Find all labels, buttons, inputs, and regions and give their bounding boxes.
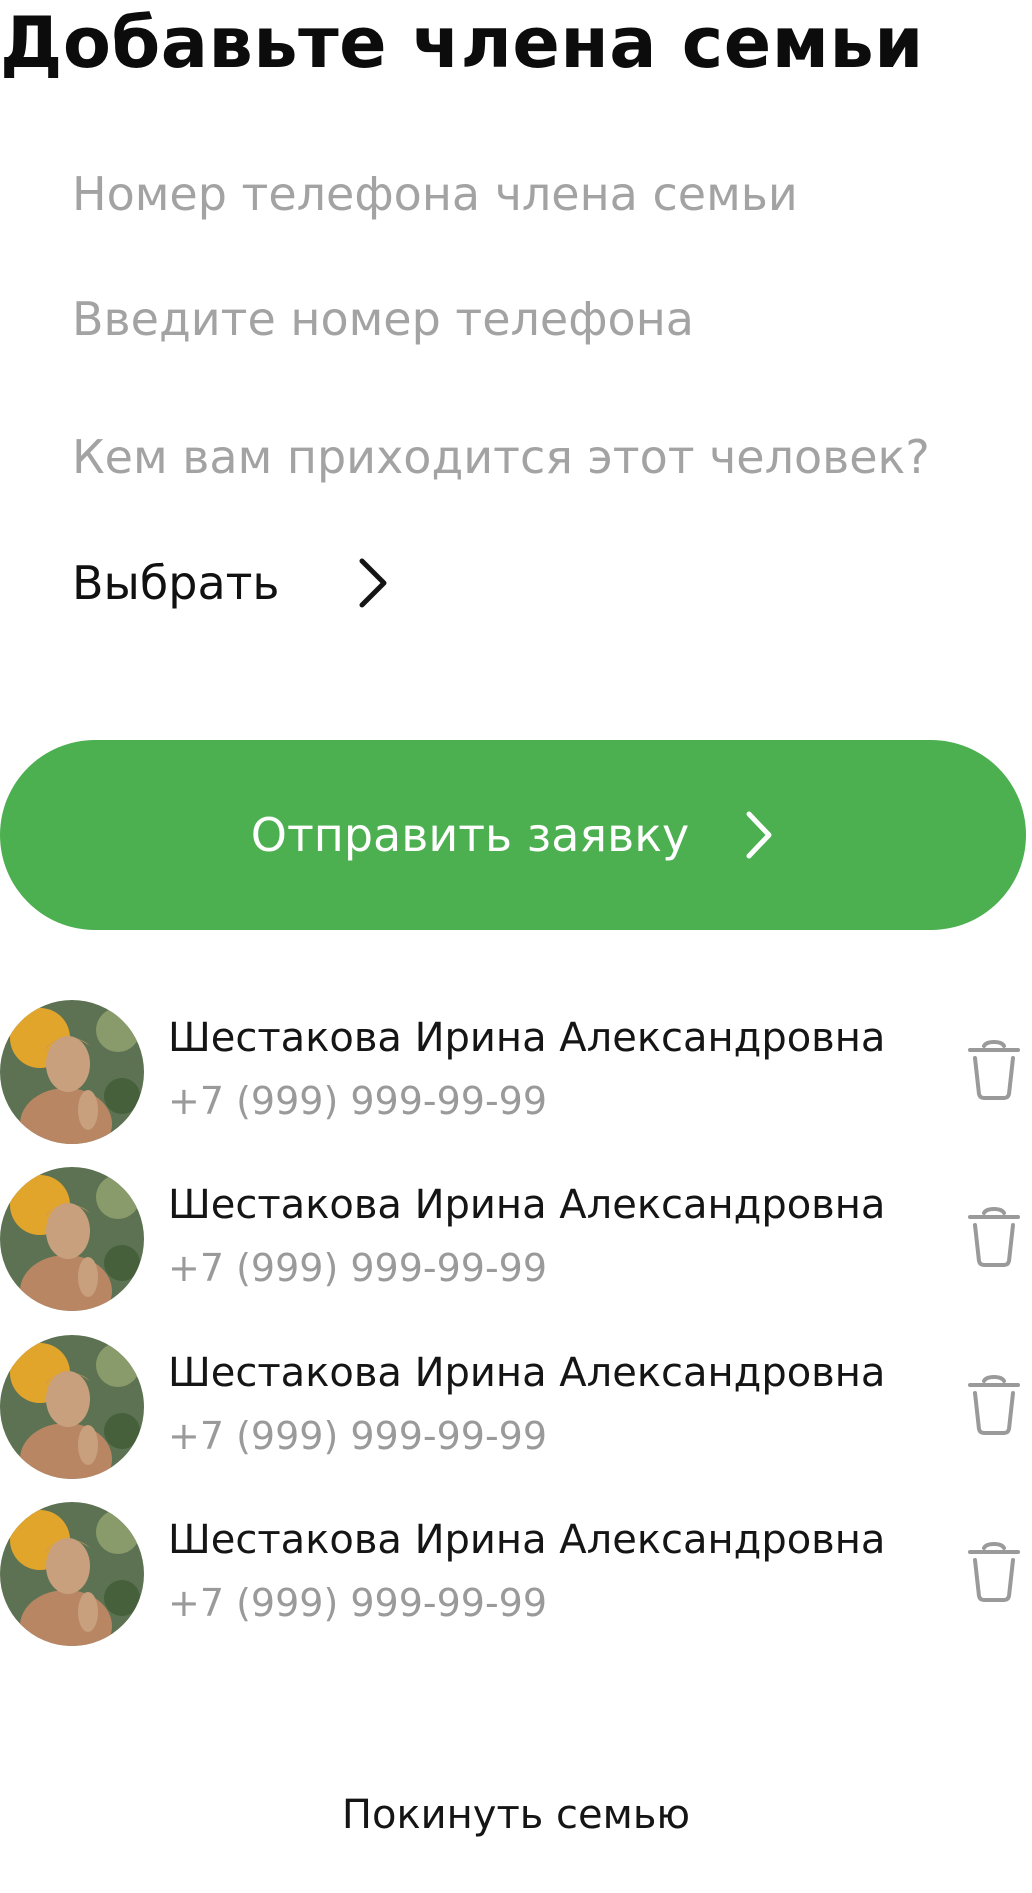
avatar [0, 1000, 144, 1144]
member-name: Шестакова Ирина Александровна [168, 1350, 886, 1396]
member-name: Шестакова Ирина Александровна [168, 1517, 886, 1563]
avatar [0, 1502, 144, 1646]
family-member-row: Шестакова Ирина Александровна +7 (999) 9… [0, 1335, 1032, 1485]
chevron-right-icon [746, 811, 772, 859]
member-name: Шестакова Ирина Александровна [168, 1015, 886, 1061]
trash-icon[interactable] [966, 1205, 1022, 1269]
phone-input[interactable] [72, 286, 922, 352]
avatar-photo [0, 1502, 144, 1646]
page-title: Добавьте члена семьи [0, 2, 924, 84]
trash-icon[interactable] [966, 1038, 1022, 1102]
avatar [0, 1335, 144, 1479]
avatar-photo [0, 1000, 144, 1144]
leave-family-button[interactable]: Покинуть семью [0, 1785, 1032, 1845]
phone-field-label: Номер телефона члена семьи [72, 167, 798, 221]
submit-request-label: Отправить заявку [250, 808, 690, 862]
member-name: Шестакова Ирина Александровна [168, 1182, 886, 1228]
relation-select[interactable]: Выбрать [72, 548, 390, 618]
avatar [0, 1167, 144, 1311]
member-phone: +7 (999) 999-99-99 [168, 1246, 548, 1290]
member-phone: +7 (999) 999-99-99 [168, 1581, 548, 1625]
submit-request-button[interactable]: Отправить заявку [0, 740, 1026, 930]
family-member-row: Шестакова Ирина Александровна +7 (999) 9… [0, 1502, 1032, 1652]
trash-icon[interactable] [966, 1373, 1022, 1437]
member-phone: +7 (999) 999-99-99 [168, 1079, 548, 1123]
family-member-row: Шестакова Ирина Александровна +7 (999) 9… [0, 1000, 1032, 1150]
chevron-right-icon [359, 558, 387, 608]
avatar-photo [0, 1167, 144, 1311]
trash-icon[interactable] [966, 1540, 1022, 1604]
avatar-photo [0, 1335, 144, 1479]
relation-field-label: Кем вам приходится этот человек? [72, 430, 930, 484]
relation-select-label: Выбрать [72, 556, 280, 610]
member-phone: +7 (999) 999-99-99 [168, 1414, 548, 1458]
family-member-row: Шестакова Ирина Александровна +7 (999) 9… [0, 1167, 1032, 1317]
